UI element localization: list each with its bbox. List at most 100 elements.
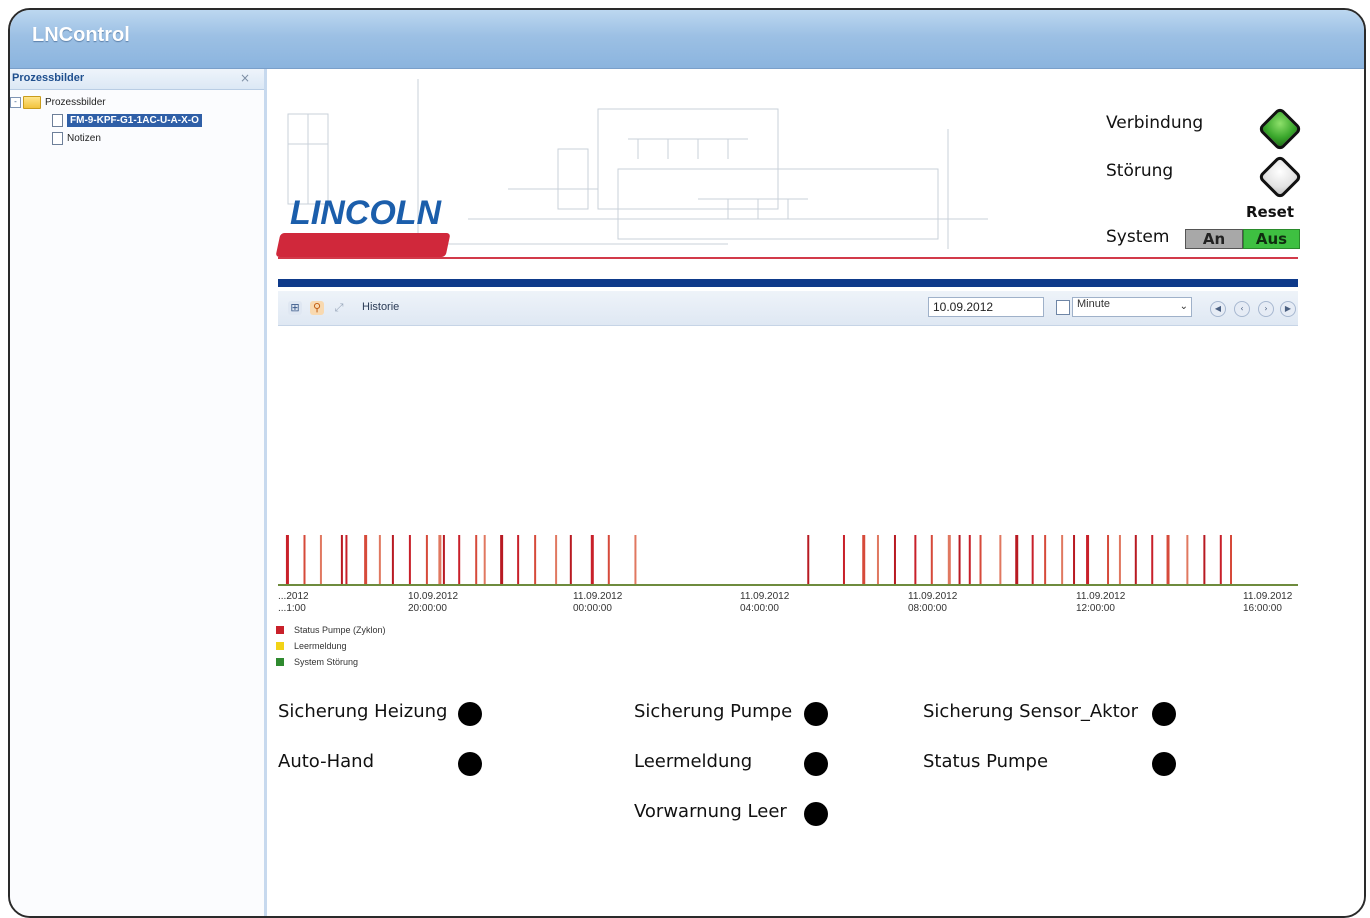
x-tick-text: ...1:00	[278, 603, 306, 614]
status-pumpe-event-bar	[607, 535, 610, 585]
status-pumpe-event-bar	[1061, 535, 1064, 585]
status-pumpe-event-bar	[999, 535, 1002, 585]
indicator-led-sicherung-pumpe	[804, 702, 828, 726]
status-pumpe-event-bar	[1073, 535, 1076, 585]
legend-label: Status Pumpe (Zyklon)	[294, 625, 386, 635]
status-pumpe-event-bar	[319, 535, 322, 585]
status-pumpe-event-bar	[364, 535, 368, 585]
indicator-label-sicherung-heizung: Sicherung Heizung	[278, 701, 448, 722]
chart-legend: Status Pumpe (Zyklon) Leermeldung System…	[276, 622, 386, 670]
status-pumpe-event-bar	[968, 535, 971, 585]
status-pumpe-event-bar	[590, 535, 594, 585]
x-tick-text: 11.09.2012	[908, 591, 958, 602]
status-pumpe-event-bar	[876, 535, 879, 585]
reset-button[interactable]: Reset	[1246, 203, 1294, 221]
status-pumpe-event-bar	[1044, 535, 1047, 585]
verbindung-label: Verbindung	[1106, 113, 1204, 133]
zoom-in-icon[interactable]: ⚲	[310, 301, 324, 315]
x-tick-label: 11.09.201212:00:00	[1076, 591, 1126, 614]
x-tick-text: 20:00:00	[408, 603, 447, 614]
x-tick-label: 11.09.201208:00:00	[908, 591, 958, 614]
tree-item-prozessbilder[interactable]: - Prozessbilder	[10, 94, 106, 110]
stoerung-label: Störung	[1106, 161, 1174, 181]
status-pumpe-event-bar	[442, 535, 445, 585]
tree-item-notizen[interactable]: Notizen	[52, 130, 101, 146]
status-pumpe-event-bar	[475, 535, 478, 585]
x-tick-label: 11.09.201200:00:00	[573, 591, 623, 614]
x-tick-text: 11.09.2012	[1076, 591, 1126, 602]
app-window: LNControl Prozessbilder × - Prozessbilde…	[8, 8, 1366, 918]
zoom-reset-icon[interactable]: ⤢	[332, 301, 346, 315]
date-field[interactable]	[928, 297, 1044, 317]
tree-item-label: Prozessbilder	[45, 96, 106, 108]
status-pumpe-event-bar	[500, 535, 504, 585]
status-pumpe-event-bar	[807, 535, 810, 585]
status-pumpe-event-bar	[425, 535, 428, 585]
previous-page-icon[interactable]: ‹	[1234, 301, 1250, 317]
tree-item-process-image[interactable]: FM-9-KPF-G1-1AC-U-A-X-O	[52, 112, 202, 128]
history-label: Historie	[362, 301, 400, 313]
status-pumpe-event-bar	[930, 535, 933, 585]
x-tick-text: 04:00:00	[740, 603, 779, 614]
section-divider	[278, 279, 1298, 287]
status-pumpe-event-bar	[458, 535, 461, 585]
status-pumpe-event-bar	[1203, 535, 1206, 585]
indicator-led-auto-hand	[458, 752, 482, 776]
x-tick-text: 11.09.2012	[573, 591, 623, 602]
status-pumpe-event-bar	[914, 535, 917, 585]
status-pumpe-event-bar	[1219, 535, 1222, 585]
folder-icon	[23, 95, 41, 109]
status-pumpe-event-bar	[340, 535, 343, 585]
sidebar-panel: Prozessbilder × - Prozessbilder FM-9-KPF…	[10, 69, 267, 916]
indicator-led-vorwarnung-leer	[804, 802, 828, 826]
x-tick-label: 10.09.201220:00:00	[408, 591, 458, 614]
status-pumpe-event-bar	[483, 535, 486, 585]
system-off-button[interactable]: Aus	[1243, 229, 1300, 249]
x-tick-text: 16:00:00	[1243, 603, 1282, 614]
status-pumpe-event-bar	[555, 535, 558, 585]
status-pumpe-event-bar	[1134, 535, 1137, 585]
status-pumpe-event-bar	[1031, 535, 1034, 585]
status-pumpe-event-bar	[345, 535, 348, 585]
status-pumpe-event-bar	[1186, 535, 1189, 585]
status-pumpe-event-bar	[979, 535, 982, 585]
status-pumpe-event-bar	[1166, 535, 1170, 585]
indicator-led-sicherung-heizung	[458, 702, 482, 726]
x-tick-text: 08:00:00	[908, 603, 947, 614]
indicator-label-auto-hand: Auto-Hand	[278, 751, 375, 772]
next-page-icon[interactable]: ›	[1258, 301, 1274, 317]
legend-swatch	[276, 626, 284, 634]
legend-item: System Störung	[276, 654, 386, 670]
system-on-button[interactable]: An	[1185, 229, 1243, 249]
indicator-label-leermeldung: Leermeldung	[634, 751, 753, 772]
history-toolbar: ⊞ ⚲ ⤢ Historie Minute ⌄ ◀ ‹ › ▶	[278, 291, 1298, 326]
x-tick-text: 00:00:00	[573, 603, 612, 614]
status-pumpe-event-bar	[438, 535, 442, 585]
interval-select[interactable]: Minute ⌄	[1072, 297, 1192, 317]
zoom-fit-icon[interactable]: ⊞	[288, 301, 302, 315]
legend-item: Leermeldung	[276, 638, 386, 654]
first-page-icon[interactable]: ◀	[1210, 301, 1226, 317]
status-pumpe-event-bar	[285, 535, 289, 585]
x-tick-text: 12:00:00	[1076, 603, 1115, 614]
status-pumpe-event-bar	[408, 535, 411, 585]
sidebar-title: Prozessbilder	[12, 72, 85, 84]
collapse-icon[interactable]: -	[10, 96, 21, 108]
notes-icon	[52, 131, 63, 145]
x-tick-text: ...2012	[278, 591, 309, 602]
indicator-label-vorwarnung-leer: Vorwarnung Leer	[634, 801, 787, 822]
indicator-led-sicherung-sensor-aktor	[1152, 702, 1176, 726]
close-icon[interactable]: ×	[240, 71, 250, 85]
x-tick-label: 11.09.201216:00:00	[1243, 591, 1293, 614]
legend-swatch	[276, 658, 284, 666]
last-page-icon[interactable]: ▶	[1280, 301, 1296, 317]
indicator-led-leermeldung	[804, 752, 828, 776]
calendar-icon[interactable]	[1056, 300, 1070, 315]
lincoln-logo: LINCOLN	[290, 194, 442, 232]
x-tick-label: 11.09.201204:00:00	[740, 591, 790, 614]
title-bar: LNControl	[10, 10, 1364, 69]
status-pumpe-event-bar	[893, 535, 896, 585]
status-pumpe-event-bar	[517, 535, 520, 585]
status-pumpe-event-bar	[378, 535, 381, 585]
status-pumpe-event-bar	[958, 535, 961, 585]
